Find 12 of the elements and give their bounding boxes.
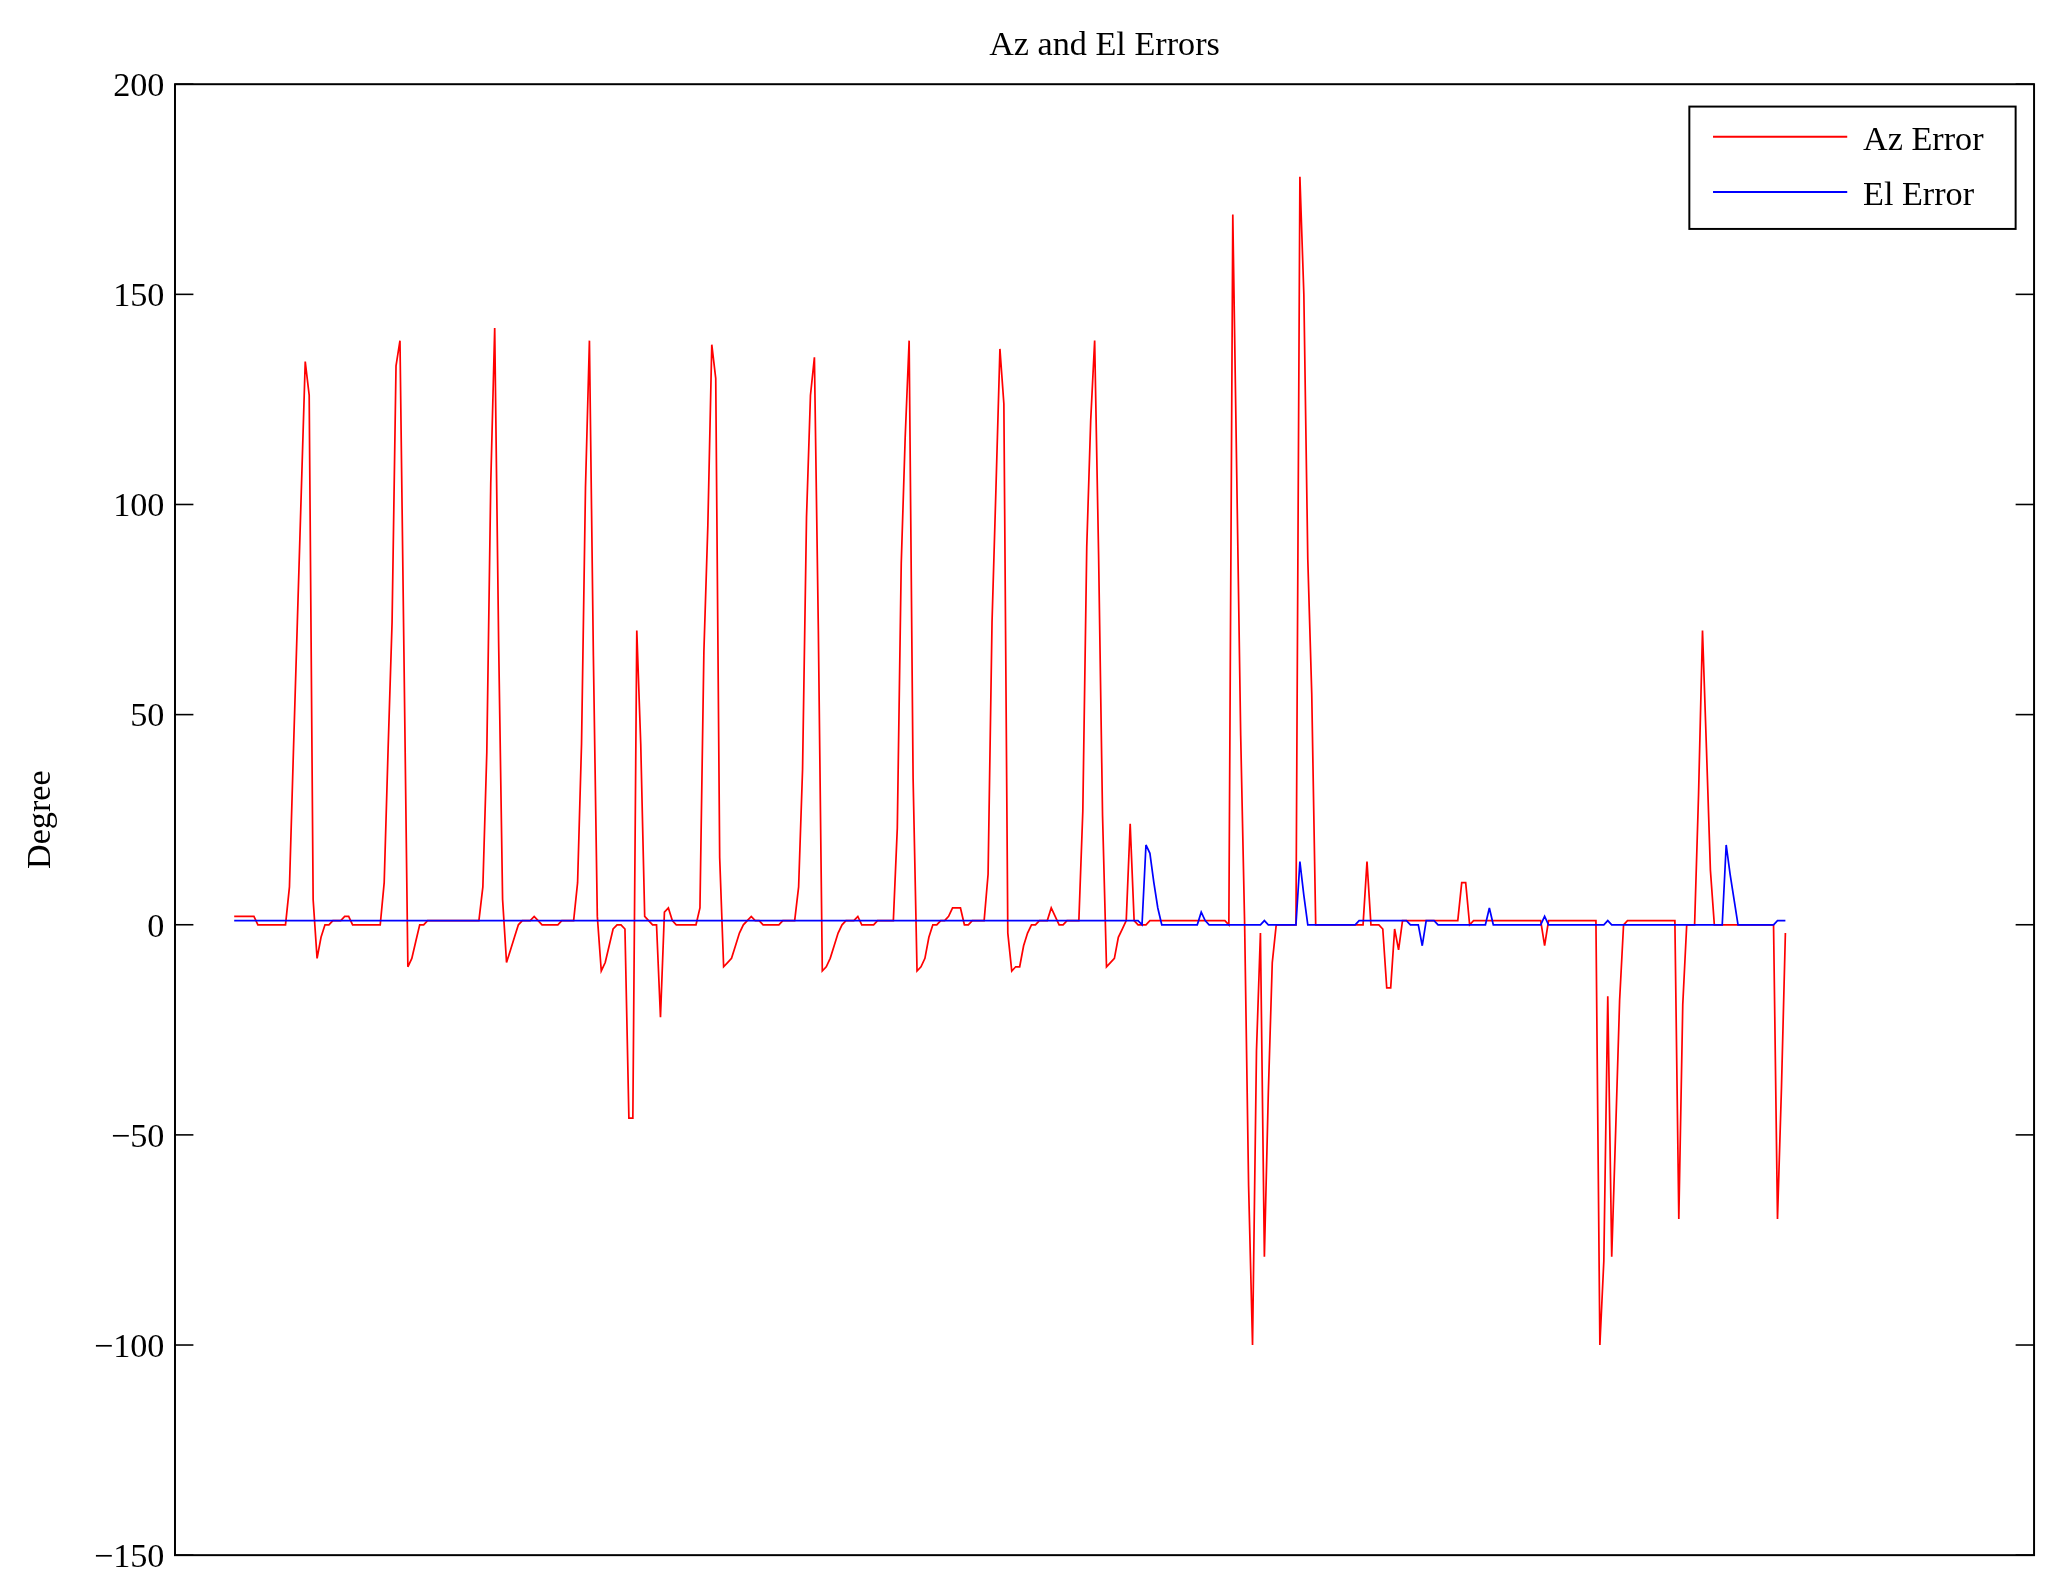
y-tick-label: 200 xyxy=(113,66,165,104)
y-tick-label: 150 xyxy=(113,276,165,314)
legend-label: El Error xyxy=(1863,175,1975,213)
chart-title: Az and El Errors xyxy=(989,25,1220,63)
y-axis-label: Degree xyxy=(20,770,57,870)
y-tick-label: 100 xyxy=(113,486,165,524)
legend-label: Az Error xyxy=(1863,120,1984,157)
y-tick-label: 0 xyxy=(147,906,165,944)
y-tick-label: −150 xyxy=(93,1537,165,1574)
y-tick-label: −50 xyxy=(111,1116,165,1154)
y-tick-label: 50 xyxy=(130,696,165,734)
y-tick-label: −100 xyxy=(93,1326,165,1364)
